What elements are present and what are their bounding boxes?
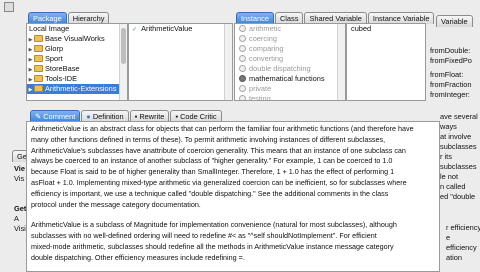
background-text: Visi <box>14 224 26 233</box>
package-item[interactable]: ▶ StoreBase <box>27 64 127 74</box>
comment-line: efficiency is important, we use a techni… <box>31 188 389 198</box>
protocol-radio-icon <box>239 55 246 62</box>
tab-variable-far-right[interactable]: Variable <box>436 15 473 27</box>
protocol-item[interactable]: testing <box>235 94 345 100</box>
protocol-list-pane: arithmetic coercing comparing converting… <box>234 23 346 101</box>
package-item[interactable]: ▶ Tools-IDE <box>27 74 127 84</box>
protocol-item[interactable]: comparing <box>235 44 345 54</box>
comment-line: double dispatching. Other efficiency mea… <box>31 252 245 262</box>
background-method: fromFixedPo <box>430 56 472 65</box>
comment-line: because Float is said to be of higher ge… <box>31 167 395 177</box>
comment-text: ArithmeticValue is an abstract class for… <box>27 122 439 266</box>
comment-line: subclasses with no well-defined ordering… <box>31 231 377 241</box>
protocol-radio-icon <box>239 95 246 100</box>
method-item[interactable]: cubed <box>347 24 425 34</box>
background-text-right-bottom: r efficiency e efficiency ation <box>446 223 480 262</box>
background-method: fromFloat: <box>430 70 464 79</box>
package-icon <box>34 55 43 62</box>
background-method-list: fromDouble: fromFixedPo fromFloat: fromF… <box>430 46 472 100</box>
background-window-left: Gen Vie Vis Get A Visi <box>0 150 36 270</box>
comment-line: mixed-mode arithmetic, subclasses should… <box>31 241 394 251</box>
comment-line: ArithmeticValue's subclasses have anattr… <box>31 145 406 155</box>
package-icon <box>34 75 43 82</box>
background-text: A <box>14 214 19 223</box>
tree-root-local-image[interactable]: Local Image <box>27 24 127 34</box>
class-scrollbar[interactable] <box>224 24 232 100</box>
background-method: fromInteger: <box>430 90 470 99</box>
protocol-radio-icon <box>239 85 246 92</box>
protocol-item-active[interactable]: mathematical functions <box>235 74 345 84</box>
expand-triangle-icon[interactable]: ▶ <box>27 85 34 95</box>
package-icon <box>34 65 43 72</box>
background-text: Get <box>14 204 27 213</box>
package-item[interactable]: ▶ Sport <box>27 54 127 64</box>
package-icon <box>34 85 43 92</box>
comment-line: ArithmeticValue is an abstract class for… <box>31 124 414 133</box>
background-text-right: ave several ways at involve subclasses r… <box>440 112 478 201</box>
package-scrollbar[interactable] <box>119 24 127 100</box>
protocol-item[interactable]: arithmetic <box>235 24 345 34</box>
comment-line: protocol under the message category docu… <box>31 199 201 209</box>
background-text: Vie <box>14 164 25 173</box>
comment-line: always be coerced to an instance of anot… <box>31 156 393 166</box>
protocol-radio-icon <box>239 25 246 32</box>
comment-line: ArithmeticValue is a subclass of Magnitu… <box>31 220 397 230</box>
comment-line: many other functions defined in terms of… <box>31 134 386 144</box>
window-close-icon[interactable] <box>4 2 14 12</box>
background-method: fromFraction <box>430 80 472 89</box>
comment-text-pane[interactable]: ArithmeticValue is an abstract class for… <box>26 121 440 272</box>
comment-icon: ✎ <box>35 112 44 121</box>
protocol-scrollbar[interactable] <box>337 24 345 100</box>
protocol-item[interactable]: coercing <box>235 34 345 44</box>
background-text: Vis <box>14 174 25 183</box>
package-tree-pane: Local Image ▶ Base VisualWorks ▶ Glorp ▶ Sp… <box>26 23 128 101</box>
package-icon <box>34 35 43 42</box>
protocol-radio-icon <box>239 45 246 52</box>
package-item-selected[interactable]: ▶ Arithmetic-Extensions <box>27 84 127 94</box>
protocol-radio-icon <box>239 35 246 42</box>
protocol-item[interactable]: converting <box>235 54 345 64</box>
check-icon: ✓ <box>132 27 138 33</box>
protocol-radio-icon <box>239 75 246 82</box>
comment-line: asFloat + 1.0. Implementing mixed-type a… <box>31 177 407 187</box>
class-list-pane: ✓ ArithmeticValue <box>128 23 233 101</box>
package-item[interactable]: ▶ Glorp <box>27 44 127 54</box>
package-item[interactable]: ▶ Base VisualWorks <box>27 34 127 44</box>
local-image-label: Local Image <box>29 24 70 33</box>
method-list-pane: cubed <box>346 23 426 101</box>
protocol-item[interactable]: double dispatching <box>235 64 345 74</box>
package-icon <box>34 45 43 52</box>
protocol-item[interactable]: private <box>235 84 345 94</box>
background-method: fromDouble: <box>430 46 471 55</box>
class-item-selected[interactable]: ✓ ArithmeticValue <box>129 24 232 34</box>
protocol-radio-icon <box>239 65 246 72</box>
